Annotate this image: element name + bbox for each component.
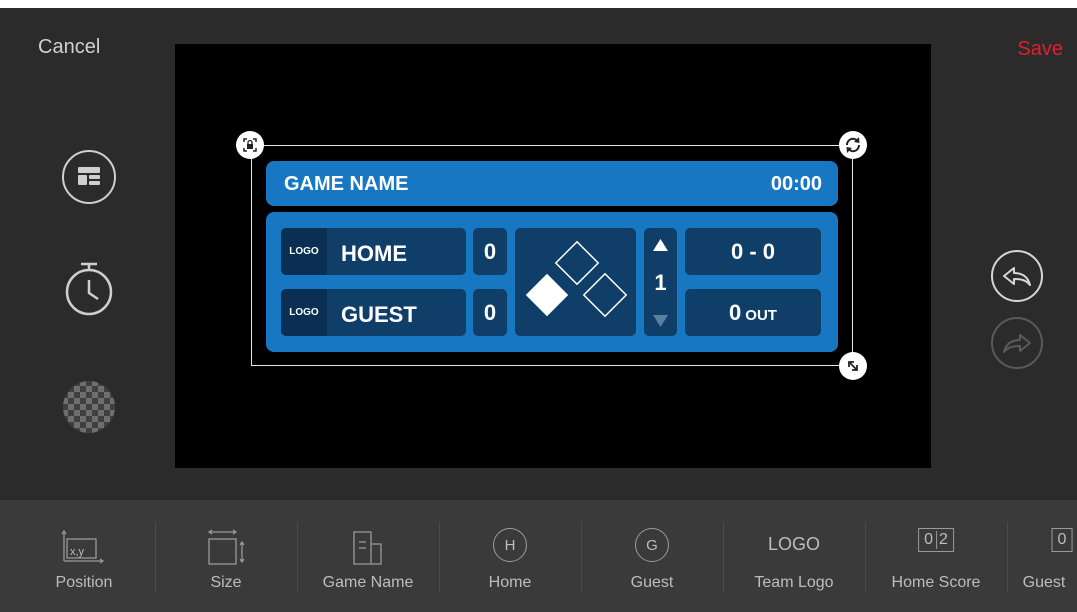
resize-icon: [848, 361, 858, 371]
undo-button[interactable]: [990, 249, 1044, 303]
tool-guest-score-label: Guest: [1022, 574, 1066, 591]
svg-text:x,y: x,y: [70, 546, 85, 558]
size-icon: [206, 528, 246, 571]
lock-handle[interactable]: [236, 131, 264, 159]
timer-button[interactable]: [62, 262, 116, 317]
guest-icon: G: [635, 528, 669, 562]
tool-game-name-label: Game Name: [322, 574, 414, 591]
guest-score-icon: 0: [1051, 528, 1073, 552]
resize-handle[interactable]: [839, 352, 867, 380]
tool-team-logo-label: Team Logo: [754, 574, 834, 591]
layout-button[interactable]: [62, 150, 116, 204]
tool-game-name[interactable]: Game Name: [297, 500, 439, 612]
tool-guest[interactable]: G Guest: [581, 500, 723, 612]
tool-team-logo[interactable]: LOGO Team Logo: [723, 500, 865, 612]
tool-guest-score[interactable]: 0 Guest: [1007, 500, 1077, 612]
save-button[interactable]: Save: [1017, 38, 1063, 61]
tool-size[interactable]: Size: [155, 500, 297, 612]
game-name-icon: [351, 528, 385, 571]
selection-box: [251, 145, 853, 366]
rotate-icon: [845, 137, 861, 153]
team-logo-icon: LOGO: [767, 534, 821, 554]
redo-icon: [991, 317, 1043, 369]
tool-home[interactable]: H Home: [439, 500, 581, 612]
tool-home-label: Home: [488, 574, 532, 591]
transparency-button[interactable]: [62, 380, 116, 434]
top-strip: [0, 0, 1077, 8]
home-score-icon: 02: [918, 528, 954, 552]
undo-icon: [991, 250, 1043, 302]
layout-icon: [78, 167, 100, 185]
transparency-icon: [63, 381, 115, 433]
bottom-toolbar: x,y Position Size Game Name H Home G Gue…: [0, 500, 1077, 612]
cancel-button[interactable]: Cancel: [38, 36, 100, 59]
redo-button[interactable]: [990, 316, 1044, 370]
timer-icon: [65, 262, 113, 316]
tool-home-score[interactable]: 02 Home Score: [865, 500, 1007, 612]
tool-position[interactable]: x,y Position: [13, 500, 155, 612]
rotate-handle[interactable]: [839, 131, 867, 159]
tool-size-label: Size: [210, 574, 242, 591]
position-icon: x,y: [61, 528, 107, 569]
lock-icon: [243, 138, 257, 152]
tool-guest-label: Guest: [630, 574, 674, 591]
tool-position-label: Position: [55, 574, 113, 591]
tool-home-score-label: Home Score: [891, 574, 981, 591]
home-icon: H: [493, 528, 527, 562]
